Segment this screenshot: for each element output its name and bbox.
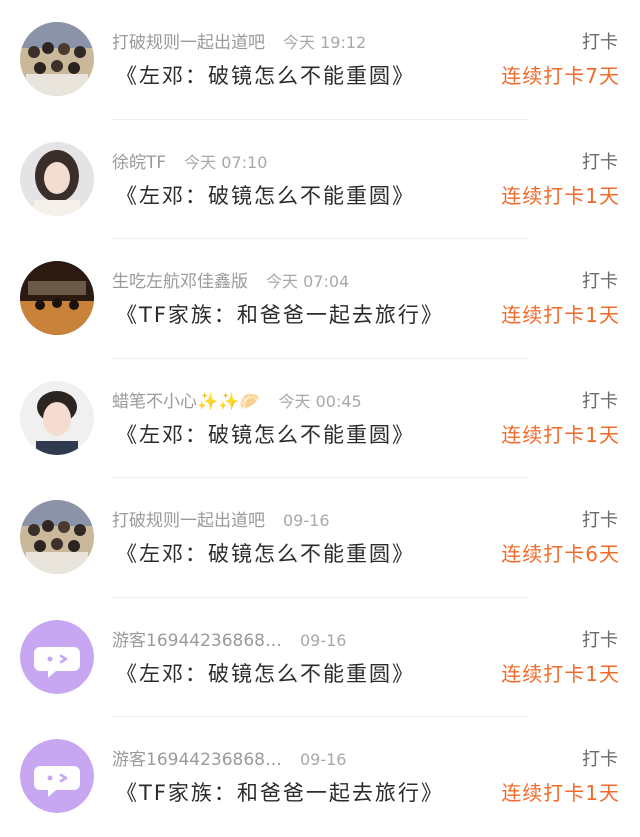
avatar[interactable] [20,22,94,96]
avatar[interactable] [20,619,94,694]
timestamp: 今天 07:04 [266,272,350,291]
timestamp: 今天 19:12 [283,33,367,52]
checkin-tag: 打卡 [582,749,618,770]
checkin-tag: 打卡 [582,151,618,173]
girl-photo-icon [20,141,94,216]
avatar[interactable] [20,380,94,455]
checkin-tag: 打卡 [582,629,618,651]
list-item[interactable]: 游客16944236868… 09-16 《TF家族：和爸爸一起去旅行》 打卡 连… [0,717,640,837]
streak-label: 连续打卡1天 [501,422,620,447]
chat-bubble-icon [20,619,94,694]
story-title[interactable]: 《TF家族：和爸爸一起去旅行》 [116,777,444,807]
user-line: 蜡笔不小心✨✨🥟 今天 00:45 [112,387,362,412]
timestamp: 今天 07:10 [184,152,268,172]
avatar[interactable] [20,500,94,574]
story-title[interactable]: 《左邓：破镜怎么不能重圆》 [116,658,415,688]
timestamp: 今天 00:45 [278,391,362,411]
group-photo-icon [20,22,94,96]
chat-bubble-icon [20,739,94,813]
username[interactable]: 游客16944236868… [112,750,282,770]
username[interactable]: 打破规则一起出道吧 [112,33,265,53]
story-title[interactable]: 《左邓：破镜怎么不能重圆》 [116,60,415,90]
list-item[interactable]: 生吃左航邓佳鑫版 今天 07:04 《TF家族：和爸爸一起去旅行》 打卡 连续打卡… [0,239,640,359]
list-item[interactable]: 打破规则一起出道吧 今天 19:12 《左邓：破镜怎么不能重圆》 打卡 连续打卡7… [0,0,640,120]
user-line: 打破规则一起出道吧 09-16 [112,506,330,531]
checkin-tag: 打卡 [582,32,618,53]
story-title[interactable]: 《左邓：破镜怎么不能重圆》 [116,538,415,568]
checkin-tag: 打卡 [582,390,618,412]
user-line: 打破规则一起出道吧 今天 19:12 [112,28,366,53]
username[interactable]: 游客16944236868… [112,631,282,651]
story-title[interactable]: 《左邓：破镜怎么不能重圆》 [116,419,415,449]
timestamp: 09-16 [283,511,330,530]
list-item[interactable]: 蜡笔不小心✨✨🥟 今天 00:45 《左邓：破镜怎么不能重圆》 打卡 连续打卡1天 [0,359,640,478]
streak-label: 连续打卡1天 [501,661,620,686]
timestamp: 09-16 [299,750,347,769]
timestamp: 09-16 [299,630,347,650]
stage-photo-icon [20,261,94,335]
avatar[interactable] [20,141,94,216]
avatar[interactable] [20,261,94,335]
checkin-list: 打破规则一起出道吧 今天 19:12 《左邓：破镜怎么不能重圆》 打卡 连续打卡7… [0,0,640,837]
user-line: 生吃左航邓佳鑫版 今天 07:04 [112,267,349,292]
checkin-tag: 打卡 [582,510,618,531]
boy-photo-icon [20,380,94,455]
streak-label: 连续打卡1天 [501,303,620,327]
group-photo-icon [20,500,94,574]
streak-label: 连续打卡1天 [501,781,620,805]
streak-label: 连续打卡1天 [501,183,620,208]
streak-label: 连续打卡7天 [501,64,620,88]
username[interactable]: 徐皖TF [112,153,166,173]
list-item[interactable]: 游客16944236868… 09-16 《左邓：破镜怎么不能重圆》 打卡 连续打… [0,598,640,717]
username[interactable]: 打破规则一起出道吧 [112,511,265,531]
story-title[interactable]: 《TF家族：和爸爸一起去旅行》 [116,299,444,329]
list-item[interactable]: 打破规则一起出道吧 09-16 《左邓：破镜怎么不能重圆》 打卡 连续打卡6天 [0,478,640,598]
user-line: 游客16944236868… 09-16 [112,626,346,651]
streak-label: 连续打卡6天 [501,542,620,566]
user-line: 徐皖TF 今天 07:10 [112,148,267,173]
story-title[interactable]: 《左邓：破镜怎么不能重圆》 [116,180,415,210]
username[interactable]: 生吃左航邓佳鑫版 [112,272,248,292]
list-item[interactable]: 徐皖TF 今天 07:10 《左邓：破镜怎么不能重圆》 打卡 连续打卡1天 [0,120,640,239]
user-line: 游客16944236868… 09-16 [112,745,346,770]
avatar[interactable] [20,739,94,813]
checkin-tag: 打卡 [582,271,618,292]
username[interactable]: 蜡笔不小心✨✨🥟 [112,392,261,412]
